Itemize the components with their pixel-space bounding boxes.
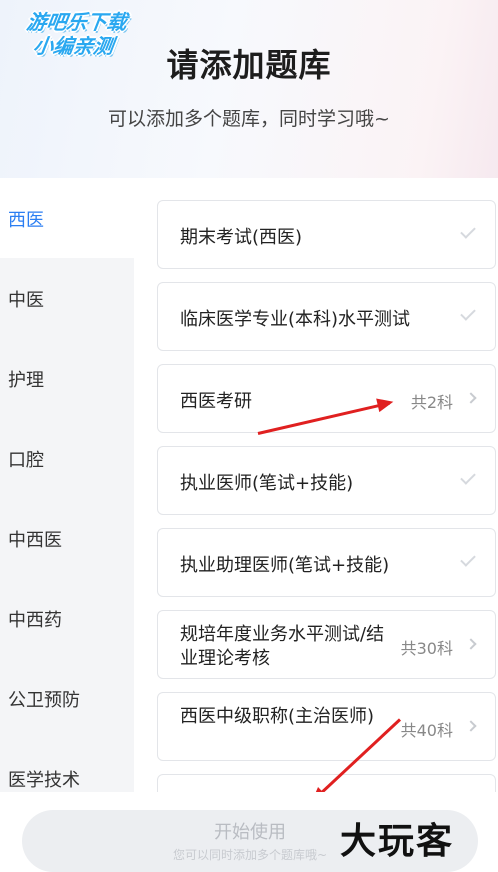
sidebar-item-huli[interactable]: 护理 xyxy=(0,338,134,418)
chevron-right-icon xyxy=(465,720,477,732)
sidebar-item-zhongyi[interactable]: 中医 xyxy=(0,258,134,338)
checkmark-icon xyxy=(460,551,476,567)
sidebar-item-zhongxiyi[interactable]: 中西医 xyxy=(0,498,134,578)
subject-count: 共30科 xyxy=(400,639,453,658)
bank-card-label: 期末考试(西医) xyxy=(180,227,303,248)
bank-card[interactable]: 期末考试(西医) xyxy=(157,200,496,269)
sidebar-item-xiyi[interactable]: 西医 xyxy=(0,178,134,258)
header: 游吧乐下载 小编亲测 请添加题库 可以添加多个题库，同时学习哦~ xyxy=(0,0,498,178)
watermark-line-1: 游吧乐下载 xyxy=(25,10,129,34)
sidebar-item-label: 中西医 xyxy=(8,530,62,551)
sidebar-item-gongwei[interactable]: 公卫预防 xyxy=(0,658,134,738)
sidebar-item-label: 西医 xyxy=(8,210,44,231)
bank-card[interactable]: 执业医师(笔试+技能) xyxy=(157,446,496,515)
subject-count: 共2科 xyxy=(410,393,453,412)
bank-card-label: 规培年度业务水平测试/结业理论考核 xyxy=(180,624,385,669)
sidebar-item-label: 护理 xyxy=(8,370,44,391)
bank-card-label: 执业助理医师(笔试+技能) xyxy=(180,555,390,576)
subject-count: 共40科 xyxy=(400,721,453,740)
bank-card-label: 执业医师(笔试+技能) xyxy=(180,473,354,494)
sidebar-item-zhongxiyao[interactable]: 中西药 xyxy=(0,578,134,658)
bank-card[interactable]: 临床医学专业(本科)水平测试 xyxy=(157,282,496,351)
checkmark-icon xyxy=(460,469,476,485)
checkmark-icon xyxy=(460,223,476,239)
sidebar-item-label: 公卫预防 xyxy=(8,690,80,711)
brand-watermark: 大玩客 xyxy=(340,821,455,862)
sidebar-item-label: 口腔 xyxy=(8,450,44,471)
checkmark-icon xyxy=(460,305,476,321)
bank-card[interactable]: 执业助理医师(笔试+技能) xyxy=(157,528,496,597)
page-subtitle: 可以添加多个题库，同时学习哦~ xyxy=(108,108,390,130)
sidebar-item-label: 中西药 xyxy=(8,610,62,631)
chevron-right-icon xyxy=(465,638,477,650)
sidebar-item-label: 中医 xyxy=(8,290,44,311)
sidebar-item-label: 医学技术 xyxy=(8,770,80,791)
sidebar-item-kouqiang[interactable]: 口腔 xyxy=(0,418,134,498)
chevron-right-icon xyxy=(465,392,477,404)
bank-card-label: 临床医学专业(本科)水平测试 xyxy=(180,309,411,330)
page-title: 请添加题库 xyxy=(166,46,332,84)
bank-card-label: 西医考研 xyxy=(180,391,252,412)
bank-card[interactable]: 规培年度业务水平测试/结业理论考核 共30科 xyxy=(157,610,496,679)
bank-card[interactable]: 西医考研 共2科 xyxy=(157,364,496,433)
question-bank-list: 期末考试(西医) 临床医学专业(本科)水平测试 西医考研 共2科 执业医师(笔试… xyxy=(134,178,498,843)
category-sidebar: 西医 中医 护理 口腔 中西医 中西药 公卫预防 医学技术 xyxy=(0,178,134,792)
bank-card[interactable]: 西医中级职称(主治医师) 共40科 xyxy=(157,692,496,761)
bank-card-label: 西医中级职称(主治医师) xyxy=(180,706,375,727)
